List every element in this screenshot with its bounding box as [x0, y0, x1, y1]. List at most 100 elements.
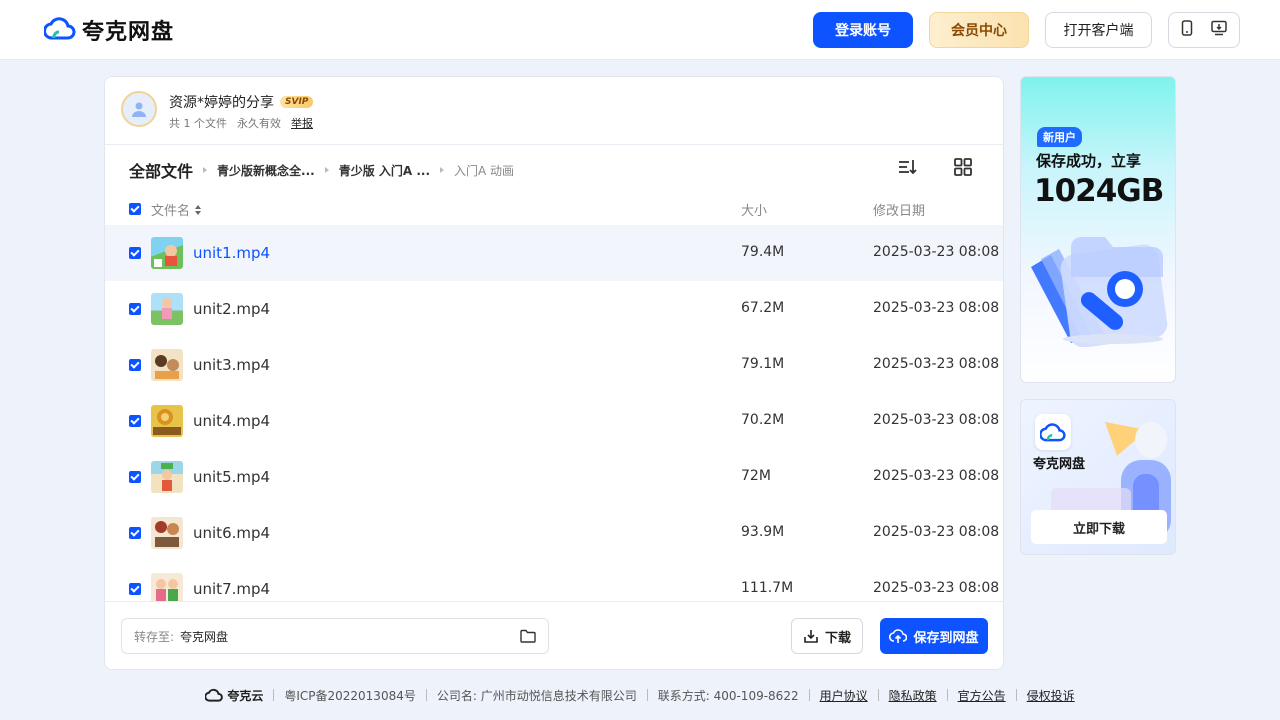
file-name[interactable]: unit6.mp4	[193, 524, 270, 542]
table-row[interactable]: unit5.mp4 72M 2025-03-23 08:08	[105, 449, 1003, 505]
promo-banner[interactable]: 新用户 保存成功，立享 1024GB	[1020, 76, 1176, 383]
breadcrumb-item[interactable]: 青少版 入门A ...	[339, 162, 430, 179]
file-date: 2025-03-23 08:08	[873, 300, 1000, 316]
divider	[808, 689, 810, 701]
share-title-text: 资源*婷婷的分享	[169, 95, 274, 111]
cloud-brand-icon	[205, 688, 224, 702]
file-name[interactable]: unit3.mp4	[193, 356, 270, 374]
contact: 联系方式: 400-109-8622	[657, 688, 799, 703]
file-size: 70.2M	[741, 412, 785, 428]
row-checkbox[interactable]	[129, 247, 141, 259]
site-footer: 夸克云 粤ICP备2022013084号 公司名: 广州市动悦信息技术有限公司 …	[0, 684, 1280, 706]
row-checkbox[interactable]	[129, 471, 141, 483]
app-icon	[1035, 414, 1071, 450]
breadcrumb-separator-icon	[324, 167, 329, 173]
file-size: 72M	[741, 468, 771, 484]
sort-icon[interactable]	[897, 157, 917, 181]
file-size: 67.2M	[741, 300, 785, 316]
divider	[946, 689, 948, 701]
breadcrumb: 全部文件 青少版新概念全... 青少版 入门A ... 入门A 动画	[129, 159, 514, 181]
open-client-button[interactable]: 打开客户端	[1045, 12, 1152, 48]
grid-view-icon[interactable]	[953, 157, 973, 181]
table-row[interactable]: unit2.mp4 67.2M 2025-03-23 08:08	[105, 281, 1003, 337]
download-now-button[interactable]: 立即下载	[1031, 510, 1167, 544]
row-checkbox[interactable]	[129, 527, 141, 539]
privacy-policy-link[interactable]: 隐私政策	[889, 687, 937, 704]
file-date: 2025-03-23 08:08	[873, 524, 1000, 540]
divider	[1015, 689, 1017, 701]
breadcrumb-item[interactable]: 青少版新概念全...	[217, 162, 315, 179]
row-checkbox[interactable]	[129, 303, 141, 315]
table-row[interactable]: unit1.mp4 79.4M 2025-03-23 08:08	[105, 225, 1003, 281]
download-label: 下载	[824, 630, 851, 646]
table-row[interactable]: unit4.mp4 70.2M 2025-03-23 08:08	[105, 393, 1003, 449]
row-checkbox[interactable]	[129, 359, 141, 371]
folder-icon[interactable]	[520, 629, 536, 646]
breadcrumb-separator-icon	[440, 167, 445, 173]
row-checkbox[interactable]	[129, 583, 141, 595]
file-name[interactable]: unit4.mp4	[193, 412, 270, 430]
folder-illustration-icon	[1031, 237, 1168, 347]
video-thumbnail	[151, 237, 183, 269]
divider	[877, 689, 879, 701]
video-thumbnail	[151, 293, 183, 325]
video-thumbnail	[151, 517, 183, 549]
app-download-banner[interactable]: 夸克网盘 立即下载	[1020, 399, 1176, 555]
share-header: 资源*婷婷的分享 SVIP 共 1 个文件 永久有效 举报	[105, 77, 1003, 145]
table-row[interactable]: unit3.mp4 79.1M 2025-03-23 08:08	[105, 337, 1003, 393]
save-to-drive-button[interactable]: 保存到网盘	[880, 618, 988, 654]
action-bar: 转存至: 夸克网盘 下载 保存到网盘	[105, 601, 1003, 669]
video-thumbnail	[151, 349, 183, 381]
file-name[interactable]: unit5.mp4	[193, 468, 270, 486]
save-to-label: 转存至:	[134, 629, 175, 644]
file-name[interactable]: unit2.mp4	[193, 300, 270, 318]
download-button[interactable]: 下载	[791, 618, 863, 654]
report-link[interactable]: 举报	[291, 115, 313, 131]
table-header: 文件名 大小 修改日期	[105, 195, 1003, 223]
file-size: 93.9M	[741, 524, 785, 540]
file-size: 79.1M	[741, 356, 785, 372]
mobile-icon[interactable]	[1181, 20, 1193, 40]
breadcrumb-root[interactable]: 全部文件	[129, 158, 193, 182]
video-thumbnail	[151, 573, 183, 601]
column-name[interactable]: 文件名	[151, 200, 202, 219]
cloud-logo-icon	[43, 16, 76, 44]
save-to-drive-label: 保存到网盘	[913, 630, 979, 646]
file-size: 79.4M	[741, 244, 785, 260]
divider	[273, 689, 275, 701]
new-user-badge: 新用户	[1037, 127, 1082, 147]
share-title: 资源*婷婷的分享 SVIP	[169, 92, 314, 112]
infringement-report-link[interactable]: 侵权投诉	[1027, 687, 1075, 704]
promo-line1: 保存成功，立享	[1036, 152, 1142, 170]
breadcrumb-separator-icon	[203, 167, 208, 173]
app-name: 夸克网盘	[1033, 457, 1086, 472]
save-to-field[interactable]: 转存至: 夸克网盘	[121, 618, 549, 654]
user-agreement-link[interactable]: 用户协议	[820, 687, 868, 704]
table-row[interactable]: unit6.mp4 93.9M 2025-03-23 08:08	[105, 505, 1003, 561]
sort-arrows-icon	[195, 204, 202, 215]
svip-badge: SVIP	[280, 96, 314, 108]
file-count: 共 1 个文件	[169, 117, 227, 130]
footer-brand-text: 夸克云	[227, 688, 264, 703]
footer-brand: 夸克云	[205, 687, 263, 704]
file-name[interactable]: unit1.mp4	[193, 244, 270, 262]
device-buttons	[1168, 12, 1240, 48]
icp-number: 粤ICP备2022013084号	[284, 688, 416, 703]
official-notice-link[interactable]: 官方公告	[958, 687, 1006, 704]
video-thumbnail	[151, 461, 183, 493]
avatar	[121, 91, 157, 127]
select-all-checkbox[interactable]	[129, 203, 141, 215]
save-to-value: 夸克网盘	[180, 629, 229, 644]
top-bar: 夸克网盘 登录账号 会员中心 打开客户端	[0, 0, 1280, 60]
login-button[interactable]: 登录账号	[813, 12, 913, 48]
logo[interactable]: 夸克网盘	[43, 16, 174, 45]
view-tools	[897, 157, 973, 181]
table-row[interactable]: unit7.mp4 111.7M 2025-03-23 08:08	[105, 561, 1003, 601]
desktop-download-icon[interactable]	[1211, 20, 1227, 40]
file-name[interactable]: unit7.mp4	[193, 580, 270, 598]
row-checkbox[interactable]	[129, 415, 141, 427]
promo-capacity: 1024GB	[1034, 173, 1164, 209]
vip-center-button[interactable]: 会员中心	[929, 12, 1029, 48]
divider	[425, 689, 427, 701]
file-date: 2025-03-23 08:08	[873, 356, 1000, 372]
